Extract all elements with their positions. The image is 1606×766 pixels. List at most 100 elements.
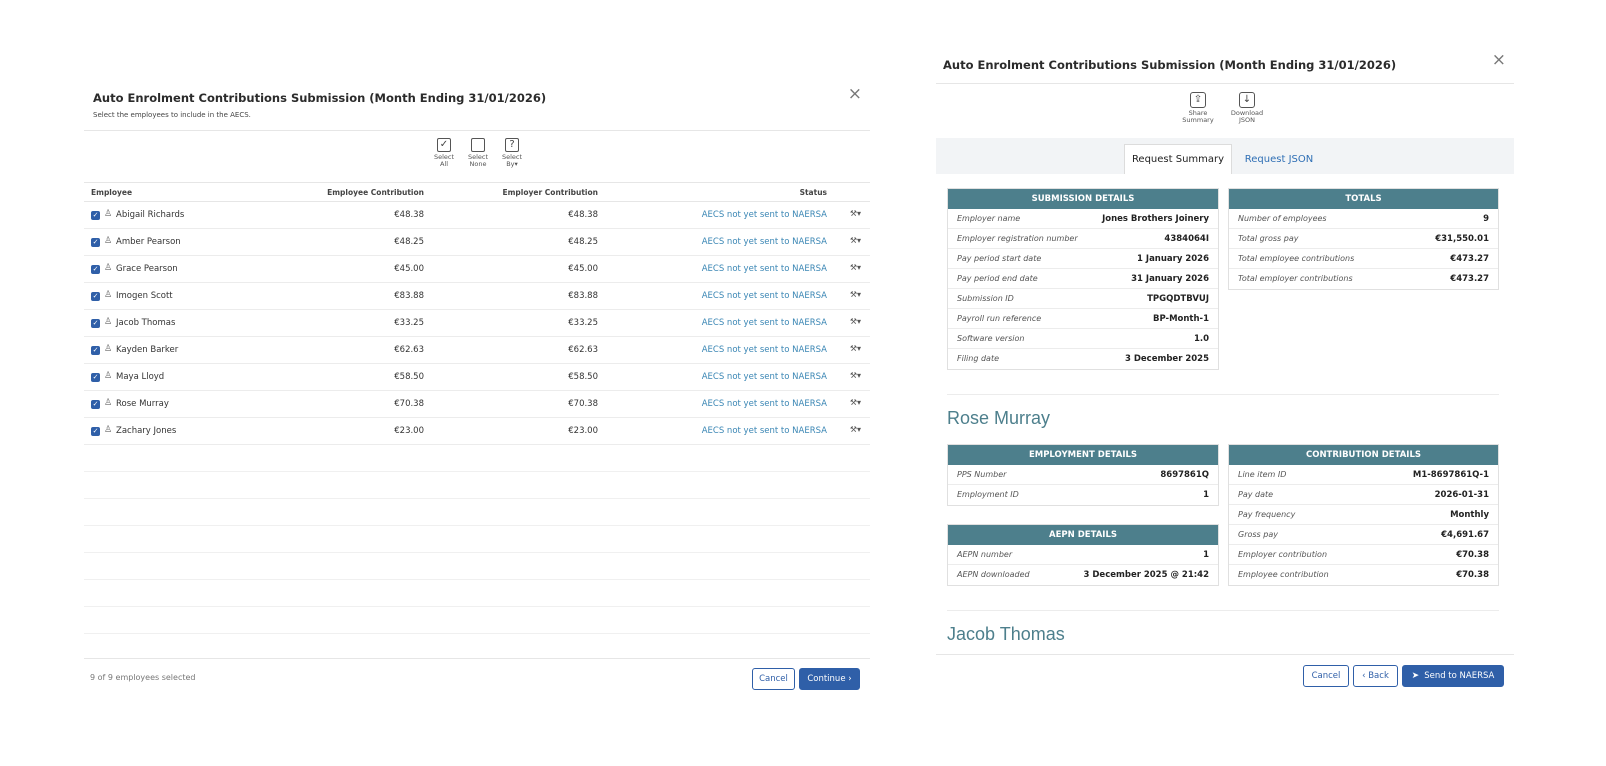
wrench-icon[interactable]: ⚒▾ — [850, 344, 861, 353]
detail-row: Pay period end date 31 January 2026 — [948, 269, 1218, 289]
employee-name: Grace Pearson — [116, 264, 178, 274]
detail-label: PPS Number — [957, 470, 1007, 479]
close-icon[interactable]: × — [848, 86, 862, 103]
selection-count: 9 of 9 employees selected — [90, 673, 196, 682]
status-link[interactable]: AECS not yet sent to NAERSA — [702, 210, 827, 220]
detail-value: €473.27 — [1450, 254, 1489, 264]
wrench-icon[interactable]: ⚒▾ — [850, 290, 861, 299]
row-checkbox[interactable]: ✓ — [91, 373, 100, 382]
detail-value: 1 — [1203, 550, 1209, 560]
row-checkbox[interactable]: ✓ — [91, 238, 100, 247]
person-icon: ♙ — [104, 209, 113, 219]
row-checkbox[interactable]: ✓ — [91, 346, 100, 355]
tab-request-json[interactable]: Request JSON — [1236, 144, 1322, 174]
select-by-button[interactable]: ? Select By▾ — [498, 138, 526, 168]
person-icon: ♙ — [104, 263, 113, 273]
cancel-button[interactable]: Cancel — [1303, 665, 1349, 687]
wrench-icon[interactable]: ⚒▾ — [850, 209, 861, 218]
detail-row: Employment ID 1 — [948, 485, 1218, 505]
detail-value: BP-Month-1 — [1153, 314, 1209, 324]
submission-details-card: SUBMISSION DETAILS Employer name Jones Br… — [947, 188, 1219, 370]
empty-box-icon — [471, 138, 485, 152]
status-link[interactable]: AECS not yet sent to NAERSA — [702, 291, 827, 301]
table-row[interactable]: ✓ ♙ Rose Murray €70.38 €70.38 AECS not yet se… — [84, 391, 870, 418]
card-header: SUBMISSION DETAILS — [948, 189, 1218, 209]
status-link[interactable]: AECS not yet sent to NAERSA — [702, 372, 827, 382]
person-icon: ♙ — [104, 371, 113, 381]
employee-name: Amber Pearson — [116, 237, 181, 247]
table-row[interactable]: ✓ ♙ Grace Pearson €45.00 €45.00 AECS not yet … — [84, 256, 870, 283]
wrench-icon[interactable]: ⚒▾ — [850, 317, 861, 326]
submission-summary-dialog: Auto Enrolment Contributions Submission … — [936, 46, 1514, 696]
select-none-label: Select None — [467, 153, 489, 168]
status-link[interactable]: AECS not yet sent to NAERSA — [702, 237, 827, 247]
detail-row: Filing date 3 December 2025 — [948, 349, 1218, 369]
table-row[interactable]: ✓ ♙ Jacob Thomas €33.25 €33.25 AECS not yet s… — [84, 310, 870, 337]
table-row[interactable]: ✓ ♙ Zachary Jones €23.00 €23.00 AECS not yet … — [84, 418, 870, 445]
status-link[interactable]: AECS not yet sent to NAERSA — [702, 426, 827, 436]
row-checkbox[interactable]: ✓ — [91, 319, 100, 328]
detail-label: Employer registration number — [957, 234, 1078, 243]
wrench-icon[interactable]: ⚒▾ — [850, 371, 861, 380]
detail-label: Gross pay — [1238, 530, 1278, 539]
table-row[interactable]: ✓ ♙ Abigail Richards €48.38 €48.38 AECS not y… — [84, 202, 870, 229]
detail-value: 2026-01-31 — [1434, 490, 1489, 500]
card-header: CONTRIBUTION DETAILS — [1229, 445, 1498, 465]
detail-value: €70.38 — [1456, 570, 1489, 580]
table-row[interactable]: ✓ ♙ Kayden Barker €62.63 €62.63 AECS not yet … — [84, 337, 870, 364]
table-row[interactable]: ✓ ♙ Imogen Scott €83.88 €83.88 AECS not yet s… — [84, 283, 870, 310]
wrench-icon[interactable]: ⚒▾ — [850, 425, 861, 434]
tab-request-summary[interactable]: Request Summary — [1124, 144, 1232, 174]
detail-row: Software version 1.0 — [948, 329, 1218, 349]
row-checkbox[interactable]: ✓ — [91, 427, 100, 436]
wrench-icon[interactable]: ⚒▾ — [850, 398, 861, 407]
detail-value: M1-8697861Q-1 — [1412, 470, 1489, 480]
select-all-label: Select All — [433, 153, 455, 168]
detail-label: Pay period end date — [957, 274, 1038, 283]
status-link[interactable]: AECS not yet sent to NAERSA — [702, 345, 827, 355]
column-status: Status — [799, 188, 827, 197]
table-header: Employee Employee Contribution Employer … — [84, 184, 870, 202]
employee-selection-dialog: Auto Enrolment Contributions Submission … — [84, 82, 870, 712]
back-button[interactable]: ‹ Back — [1353, 665, 1398, 687]
detail-value: €70.38 — [1456, 550, 1489, 560]
status-link[interactable]: AECS not yet sent to NAERSA — [702, 399, 827, 409]
continue-button[interactable]: Continue › — [799, 668, 860, 690]
row-checkbox[interactable]: ✓ — [91, 265, 100, 274]
employer-contribution: €62.63 — [568, 345, 598, 355]
detail-row: Total gross pay €31,550.01 — [1229, 229, 1498, 249]
contribution-details-card: CONTRIBUTION DETAILS Line item ID M1-8697… — [1228, 444, 1499, 586]
send-to-naersa-button[interactable]: ➤ Send to NAERSA — [1402, 665, 1504, 687]
divider — [84, 130, 870, 131]
download-json-button[interactable]: ↓ Download JSON — [1227, 92, 1267, 124]
select-all-button[interactable]: ✓ Select All — [430, 138, 458, 168]
detail-label: Pay frequency — [1238, 510, 1296, 519]
status-link[interactable]: AECS not yet sent to NAERSA — [702, 264, 827, 274]
table-row[interactable]: ✓ ♙ Amber Pearson €48.25 €48.25 AECS not yet … — [84, 229, 870, 256]
detail-row: Total employer contributions €473.27 — [1229, 269, 1498, 289]
detail-row: Pay period start date 1 January 2026 — [948, 249, 1218, 269]
detail-row: Payroll run reference BP-Month-1 — [948, 309, 1218, 329]
share-summary-label: Share Summary — [1182, 109, 1214, 124]
status-link[interactable]: AECS not yet sent to NAERSA — [702, 318, 827, 328]
row-checkbox[interactable]: ✓ — [91, 292, 100, 301]
divider — [936, 654, 1514, 655]
detail-value: 1 — [1203, 490, 1209, 500]
tab-bar: Request Summary Request JSON — [936, 138, 1514, 174]
person-icon: ♙ — [104, 425, 113, 435]
table-row[interactable]: ✓ ♙ Maya Lloyd €58.50 €58.50 AECS not yet sen… — [84, 364, 870, 391]
share-summary-button[interactable]: ⇪ Share Summary — [1178, 92, 1218, 124]
detail-row: Pay date 2026-01-31 — [1229, 485, 1498, 505]
wrench-icon[interactable]: ⚒▾ — [850, 236, 861, 245]
close-icon[interactable]: × — [1492, 52, 1506, 69]
row-checkbox[interactable]: ✓ — [91, 211, 100, 220]
employee-contribution: €83.88 — [394, 291, 424, 301]
wrench-icon[interactable]: ⚒▾ — [850, 263, 861, 272]
detail-row: Line item ID M1-8697861Q-1 — [1229, 465, 1498, 485]
detail-label: Pay date — [1238, 490, 1274, 499]
row-checkbox[interactable]: ✓ — [91, 400, 100, 409]
select-none-button[interactable]: Select None — [464, 138, 492, 168]
paper-plane-icon: ➤ — [1411, 671, 1420, 681]
employer-contribution: €23.00 — [568, 426, 598, 436]
cancel-button[interactable]: Cancel — [752, 668, 795, 690]
